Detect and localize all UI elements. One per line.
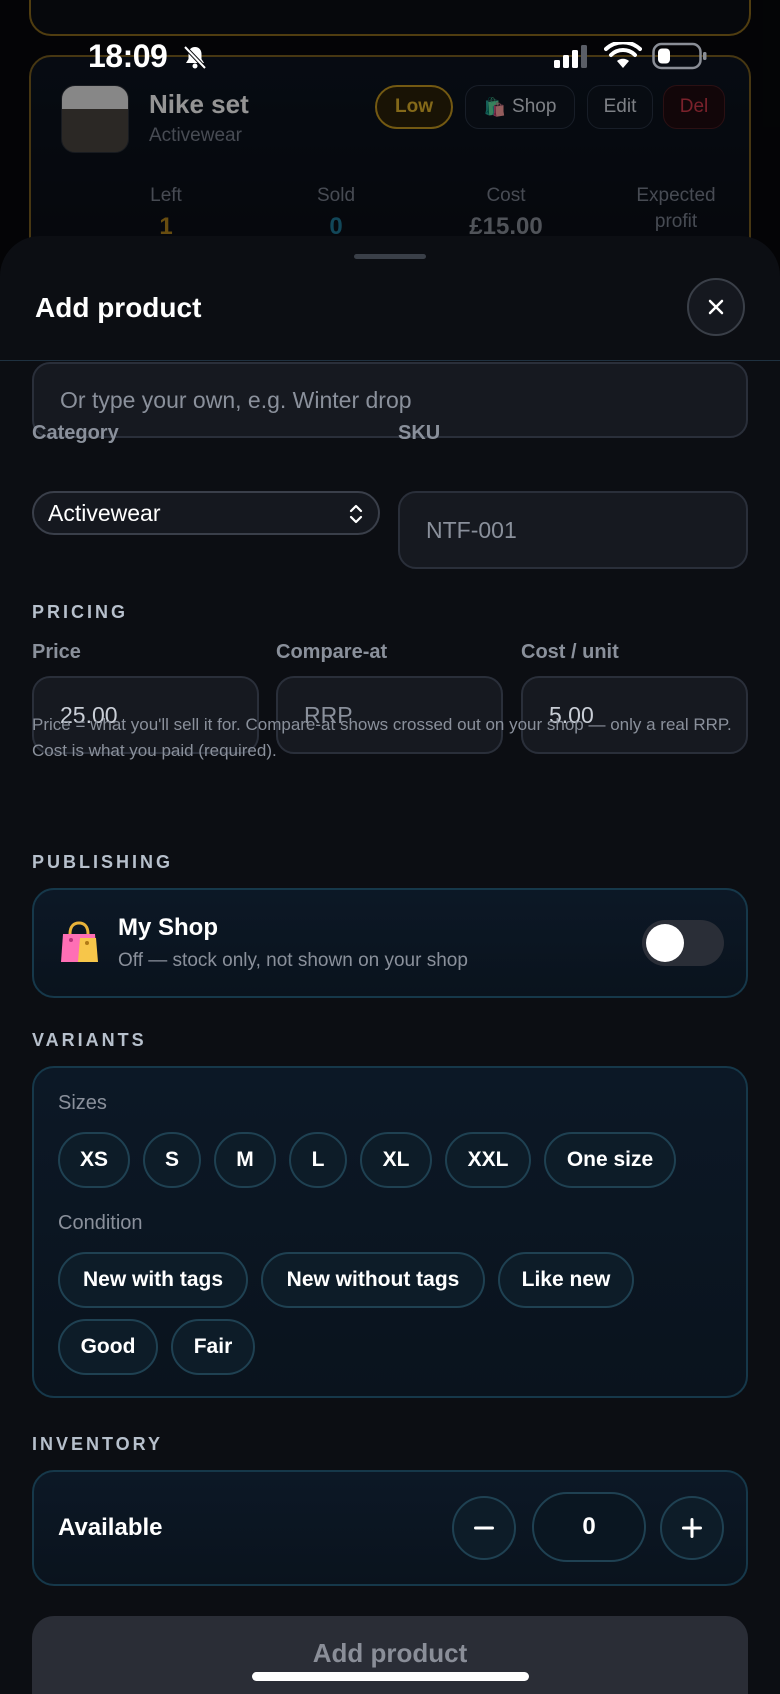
my-shop-subtitle: Off — stock only, not shown on your shop	[118, 950, 468, 971]
price-label: Price	[32, 641, 81, 663]
sku-input[interactable]: NTF-001	[398, 491, 748, 569]
inventory-heading: INVENTORY	[32, 1434, 164, 1454]
my-shop-title: My Shop	[118, 914, 218, 941]
pricing-heading: PRICING	[32, 602, 129, 622]
available-label: Available	[58, 1514, 163, 1541]
size-chip-xs[interactable]: XS	[58, 1132, 130, 1188]
minus-icon	[474, 1526, 494, 1530]
close-button[interactable]	[687, 278, 745, 336]
variants-heading: VARIANTS	[32, 1030, 147, 1050]
sheet-divider	[0, 360, 780, 361]
size-chip-m[interactable]: M	[214, 1132, 276, 1188]
collection-input[interactable]: Or type your own, e.g. Winter drop	[32, 362, 748, 438]
category-label: Category	[32, 422, 119, 444]
chevron-updown-icon	[349, 504, 363, 524]
inventory-panel: Available 0	[32, 1470, 748, 1586]
sheet-title: Add product	[35, 292, 202, 323]
category-select[interactable]: Activewear	[32, 491, 380, 535]
battery-icon	[652, 42, 707, 70]
condition-label: Condition	[58, 1212, 143, 1234]
increment-button[interactable]	[660, 1496, 724, 1560]
size-chip-xl[interactable]: XL	[360, 1132, 432, 1188]
close-icon	[708, 299, 724, 315]
size-chip-one-size[interactable]: One size	[544, 1132, 676, 1188]
add-product-sheet: Add product Or type your own, e.g. Winte…	[0, 236, 780, 1694]
quantity-value[interactable]: 0	[532, 1492, 646, 1562]
category-value: Activewear	[48, 499, 161, 526]
size-chip-xxl[interactable]: XXL	[445, 1132, 531, 1188]
decrement-button[interactable]	[452, 1496, 516, 1560]
variants-panel: Sizes XS S M L XL XXL One size Condition…	[32, 1066, 748, 1398]
sheet-grabber[interactable]	[354, 254, 426, 259]
wifi-icon	[604, 42, 642, 68]
home-indicator	[252, 1672, 529, 1681]
condition-chip-new-with-tags[interactable]: New with tags	[58, 1252, 248, 1308]
condition-chip-like-new[interactable]: Like new	[498, 1252, 634, 1308]
cellular-signal-icon	[554, 45, 587, 68]
condition-chip-good[interactable]: Good	[58, 1319, 158, 1375]
my-shop-toggle[interactable]	[642, 920, 724, 966]
my-shop-panel: My Shop Off — stock only, not shown on y…	[32, 888, 748, 998]
add-product-button[interactable]: Add product	[32, 1616, 748, 1694]
condition-chip-fair[interactable]: Fair	[171, 1319, 255, 1375]
bell-muted-icon	[183, 45, 207, 70]
cost-per-unit-label: Cost / unit	[521, 641, 619, 663]
shopping-bag-icon	[61, 921, 98, 962]
condition-chip-new-without-tags[interactable]: New without tags	[261, 1252, 485, 1308]
status-time: 18:09	[88, 38, 168, 74]
publishing-heading: PUBLISHING	[32, 852, 174, 872]
pricing-help-text: Price = what you'll sell it for. Compare…	[32, 715, 732, 760]
plus-icon	[682, 1518, 702, 1538]
size-chip-s[interactable]: S	[143, 1132, 201, 1188]
sku-label: SKU	[398, 422, 441, 444]
toggle-knob	[646, 924, 684, 962]
compare-at-label: Compare-at	[276, 641, 388, 663]
sizes-label: Sizes	[58, 1092, 107, 1114]
size-chip-l[interactable]: L	[289, 1132, 347, 1188]
